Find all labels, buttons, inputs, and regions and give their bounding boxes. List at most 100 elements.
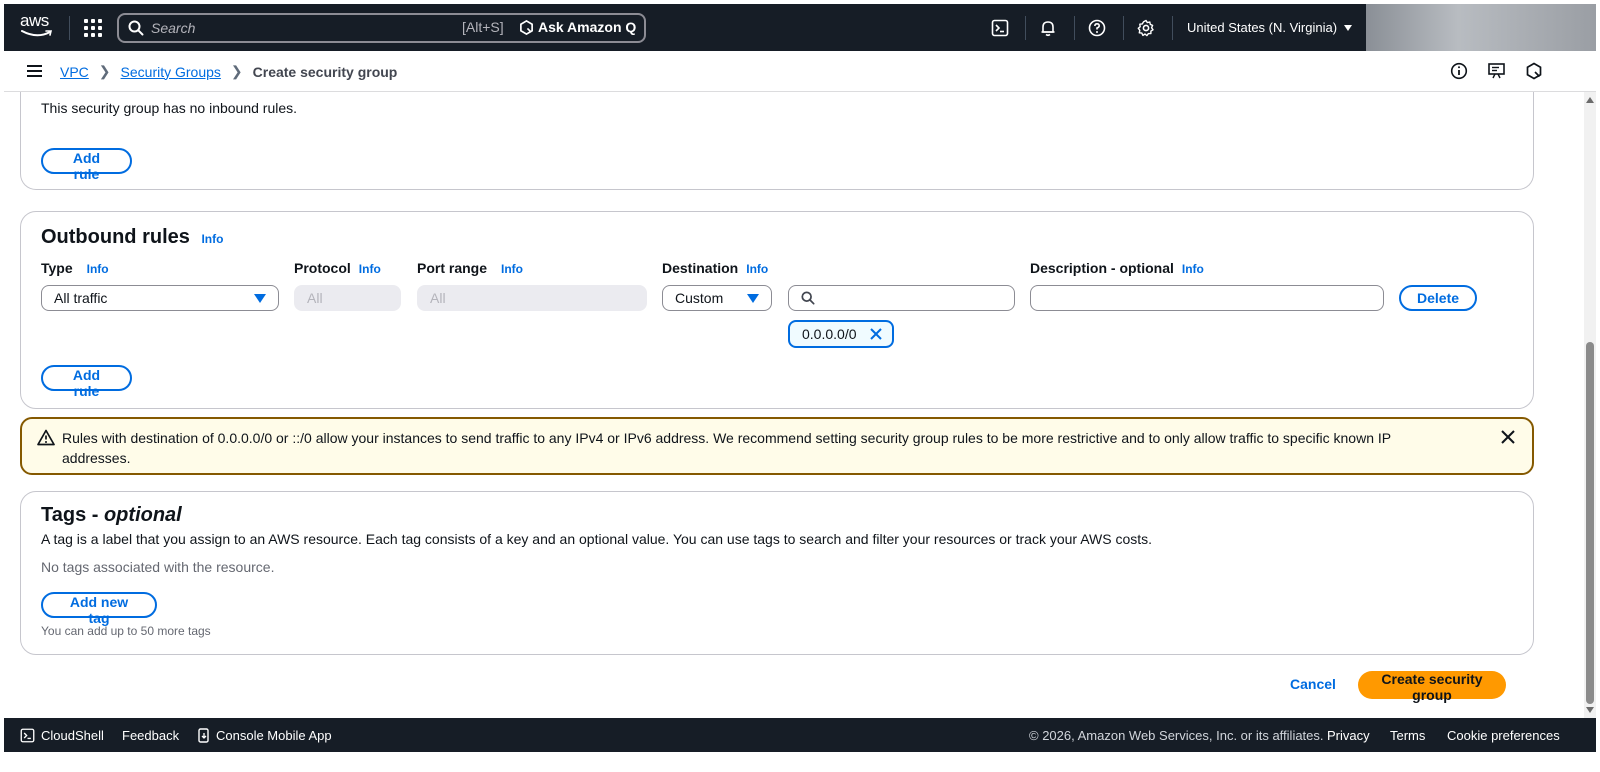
scroll-down-arrow-icon[interactable] <box>1586 707 1594 713</box>
outbound-add-rule-button[interactable]: Add rule <box>41 365 132 399</box>
protocol-info-link[interactable]: Info <box>359 262 381 276</box>
port-range-value: All <box>430 290 446 306</box>
breadcrumb-vpc[interactable]: VPC <box>60 64 89 80</box>
create-security-group-button[interactable]: Create security group <box>1358 671 1506 703</box>
account-menu-redacted[interactable] <box>1366 4 1596 51</box>
port-range-info-link[interactable]: Info <box>501 262 523 276</box>
protocol-label: Protocol <box>294 260 351 276</box>
inbound-empty-text: This security group has no inbound rules… <box>41 100 298 116</box>
search-shortcut: [Alt+S] <box>462 19 504 35</box>
bell-icon[interactable] <box>1037 17 1059 39</box>
tags-heading: Tags - optional <box>41 504 182 527</box>
aws-logo[interactable]: aws <box>20 11 54 41</box>
caret-down-icon <box>747 294 759 303</box>
breadcrumb-bar: VPC ❯ Security Groups ❯ Create security … <box>4 51 1596 92</box>
add-new-tag-button[interactable]: Add new tag <box>41 592 157 626</box>
ask-amazon-q-button[interactable]: Ask Amazon Q <box>519 19 636 35</box>
description-label: Description - optional <box>1030 260 1174 276</box>
outbound-rules-panel: Outbound rules Info Type Info Protocol Inf… <box>20 211 1534 409</box>
footer: CloudShell Feedback Console Mobile App ©… <box>4 718 1596 752</box>
inbound-rules-panel: This security group has no inbound rules… <box>20 92 1534 190</box>
mobile-app-icon <box>198 728 209 743</box>
tags-title: Tags - <box>41 504 104 526</box>
destination-info-link[interactable]: Info <box>746 262 768 276</box>
caret-down-icon <box>1344 24 1353 31</box>
gear-icon[interactable] <box>1135 17 1157 39</box>
close-icon[interactable] <box>1500 429 1516 445</box>
nav-divider <box>1123 16 1124 40</box>
footer-cloudshell[interactable]: CloudShell <box>20 728 104 743</box>
scrollbar-thumb[interactable] <box>1586 342 1594 704</box>
window-bottom-edge <box>4 752 1596 768</box>
destination-type-value: Custom <box>675 290 724 306</box>
chevron-right-icon: ❯ <box>230 63 243 79</box>
tags-title-optional: optional <box>103 504 182 526</box>
cancel-button[interactable]: Cancel <box>1290 676 1336 692</box>
type-label: Type <box>41 260 73 276</box>
footer-mobile-app[interactable]: Console Mobile App <box>198 728 332 743</box>
footer-privacy-link[interactable]: Privacy <box>1327 728 1370 743</box>
footer-cookie-preferences-link[interactable]: Cookie preferences <box>1447 728 1560 743</box>
region-selector[interactable]: United States (N. Virginia) <box>1187 20 1353 35</box>
footer-feedback[interactable]: Feedback <box>122 728 179 743</box>
destination-label: Destination <box>662 260 739 276</box>
footer-terms-link[interactable]: Terms <box>1390 728 1425 743</box>
amazon-q-panel-icon[interactable] <box>1525 62 1543 83</box>
caret-down-icon <box>254 294 266 303</box>
tags-limit-text: You can add up to 50 more tags <box>41 624 211 638</box>
nav-divider <box>1172 16 1173 40</box>
search-input[interactable] <box>151 18 451 38</box>
close-icon[interactable] <box>869 327 883 341</box>
nav-divider <box>69 16 70 40</box>
inbound-add-rule-button[interactable]: Add rule <box>41 148 132 182</box>
ask-amazon-q-label: Ask Amazon Q <box>538 19 637 35</box>
footer-copyright: © 2026, Amazon Web Services, Inc. or its… <box>1029 728 1324 743</box>
port-range-field: All <box>417 285 647 311</box>
aws-logo-text: aws <box>20 11 49 30</box>
destination-search-input[interactable] <box>788 285 1015 311</box>
warning-icon <box>37 429 55 446</box>
outbound-rules-heading: Outbound rules Info <box>41 226 223 249</box>
type-select-value: All traffic <box>54 290 108 306</box>
tags-empty-text: No tags associated with the resource. <box>41 559 275 575</box>
footer-cloudshell-label: CloudShell <box>41 728 104 743</box>
top-navigation: aws [Alt+S] Ask Amazon Q <box>4 4 1366 51</box>
destination-column-header: Destination Info <box>662 260 768 276</box>
search-icon <box>801 291 815 305</box>
description-column-header: Description - optional Info <box>1030 260 1204 276</box>
footer-mobile-app-label: Console Mobile App <box>216 728 332 743</box>
destination-token-value: 0.0.0.0/0 <box>802 326 857 342</box>
destination-type-select[interactable]: Custom <box>662 285 772 311</box>
protocol-column-header: Protocol Info <box>294 260 381 276</box>
info-circle-icon[interactable] <box>1450 62 1468 83</box>
port-range-label: Port range <box>417 260 488 276</box>
menu-icon[interactable] <box>27 65 42 77</box>
tutorial-panel-icon[interactable] <box>1487 62 1507 83</box>
page-scrollbar[interactable] <box>1584 92 1596 718</box>
type-column-header: Type Info <box>41 260 109 276</box>
port-range-column-header: Port range Info <box>417 260 523 276</box>
protocol-value: All <box>307 290 323 306</box>
description-input[interactable] <box>1030 285 1384 311</box>
cloudshell-icon[interactable] <box>989 17 1011 39</box>
region-label: United States (N. Virginia) <box>1187 20 1338 35</box>
services-grid-icon[interactable] <box>84 19 102 37</box>
smile-icon <box>21 30 53 37</box>
nav-divider <box>1074 16 1075 40</box>
outbound-rules-title: Outbound rules <box>41 226 190 248</box>
search-box[interactable]: [Alt+S] Ask Amazon Q <box>117 13 646 43</box>
breadcrumb: VPC ❯ Security Groups ❯ Create security … <box>60 63 397 80</box>
tags-panel: Tags - optional A tag is a label that yo… <box>20 491 1534 655</box>
description-info-link[interactable]: Info <box>1182 262 1204 276</box>
help-icon[interactable] <box>1086 17 1108 39</box>
scroll-up-arrow-icon[interactable] <box>1586 97 1594 103</box>
delete-rule-button[interactable]: Delete <box>1399 285 1477 311</box>
type-info-link[interactable]: Info <box>87 262 109 276</box>
destination-token: 0.0.0.0/0 <box>788 320 894 348</box>
tags-description: A tag is a label that you assign to an A… <box>41 531 1153 547</box>
outbound-info-link[interactable]: Info <box>201 232 223 246</box>
type-select[interactable]: All traffic <box>41 285 279 311</box>
cloudshell-icon <box>20 728 35 743</box>
breadcrumb-security-groups[interactable]: Security Groups <box>121 64 221 80</box>
footer-feedback-label: Feedback <box>122 728 180 743</box>
